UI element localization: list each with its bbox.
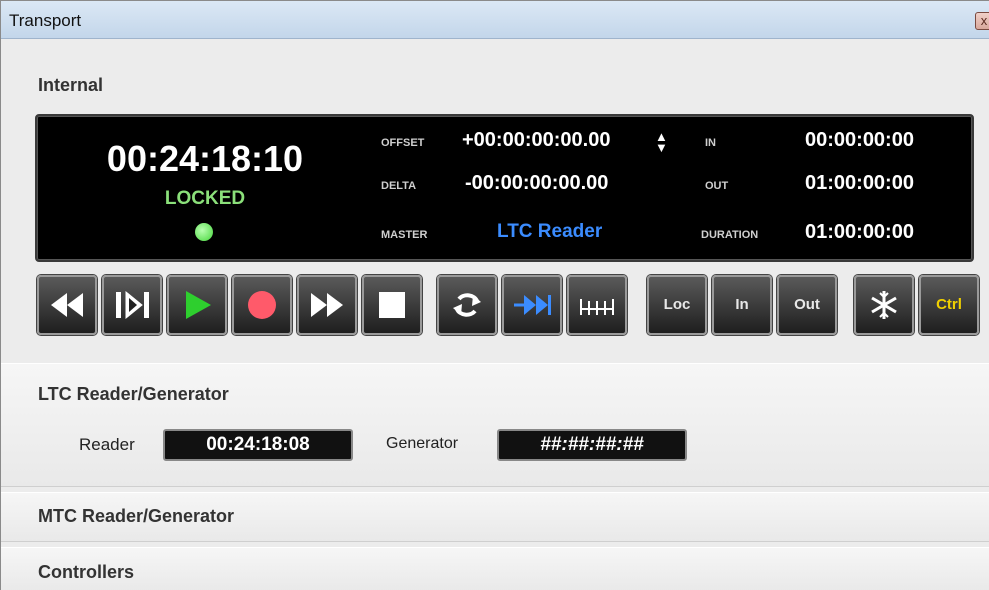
mark-out-button-label: Out <box>794 296 820 313</box>
ltc-section: LTC Reader/Generator Reader 00:24:18:08 … <box>1 363 989 487</box>
title-bar: Transport x <box>1 1 989 39</box>
mtc-section-header[interactable]: MTC Reader/Generator <box>1 492 989 542</box>
transport-window: Transport x Internal 00:24:18:10 LOCKED … <box>0 0 989 590</box>
fast-forward-icon <box>311 293 343 317</box>
ctrl-button[interactable]: Ctrl <box>919 275 979 335</box>
in-value: 00:00:00:00 <box>805 129 914 151</box>
locate-button[interactable]: Loc <box>647 275 707 335</box>
internal-section-title: Internal <box>38 75 104 95</box>
master-value[interactable]: LTC Reader <box>497 221 602 243</box>
snowflake-icon <box>871 291 897 319</box>
step-forward-icon <box>116 290 149 320</box>
chase-button[interactable] <box>502 275 562 335</box>
controllers-section-header[interactable]: Controllers <box>1 547 989 590</box>
record-button[interactable] <box>232 275 292 335</box>
loop-button[interactable] <box>437 275 497 335</box>
reader-label: Reader <box>79 435 135 454</box>
timecode-display: 00:24:18:10 LOCKED OFFSET +00:00:00:00.0… <box>35 114 974 262</box>
locate-button-label: Loc <box>663 296 691 313</box>
loop-icon <box>453 293 481 317</box>
offset-label: OFFSET <box>381 137 425 149</box>
out-label: OUT <box>705 180 729 192</box>
close-button[interactable]: x <box>975 12 989 30</box>
ctrl-button-label: Ctrl <box>936 296 962 313</box>
timeline-ruler-icon <box>580 299 614 315</box>
chase-icon <box>514 295 551 315</box>
lock-status: LOCKED <box>164 188 246 209</box>
offset-spinner-down-icon[interactable]: ▼ <box>655 141 668 154</box>
play-icon <box>186 291 211 319</box>
ltc-section-title[interactable]: LTC Reader/Generator <box>38 384 229 405</box>
window-title: Transport <box>9 11 82 30</box>
timeline-button[interactable] <box>567 275 627 335</box>
master-label: MASTER <box>381 229 428 241</box>
duration-label: DURATION <box>701 229 759 241</box>
step-button[interactable] <box>102 275 162 335</box>
record-icon <box>248 291 276 319</box>
controllers-section-title: Controllers <box>38 562 135 582</box>
rewind-icon <box>51 293 83 317</box>
fast-forward-button[interactable] <box>297 275 357 335</box>
offset-value[interactable]: +00:00:00:00.00 <box>462 129 610 152</box>
rewind-button[interactable] <box>37 275 97 335</box>
reader-timecode-field: 00:24:18:08 <box>163 429 353 461</box>
internal-section-header[interactable]: Internal <box>1 63 989 109</box>
current-timecode: 00:24:18:10 <box>106 138 304 179</box>
stop-icon <box>379 292 405 318</box>
mark-out-button[interactable]: Out <box>777 275 837 335</box>
generator-timecode-field[interactable]: ##:##:##:## <box>497 429 687 461</box>
delta-value: -00:00:00:00.00 <box>465 172 609 194</box>
duration-value: 01:00:00:00 <box>805 221 914 243</box>
play-button[interactable] <box>167 275 227 335</box>
freeze-button[interactable] <box>854 275 914 335</box>
delta-label: DELTA <box>381 180 417 192</box>
mtc-section-title: MTC Reader/Generator <box>38 506 235 526</box>
close-icon: x <box>980 13 988 28</box>
generator-label: Generator <box>386 435 459 452</box>
stop-button[interactable] <box>362 275 422 335</box>
mark-in-button[interactable]: In <box>712 275 772 335</box>
in-label: IN <box>705 137 716 149</box>
mark-in-button-label: In <box>735 296 749 313</box>
out-value: 01:00:00:00 <box>805 172 914 194</box>
lock-status-led <box>195 223 213 241</box>
